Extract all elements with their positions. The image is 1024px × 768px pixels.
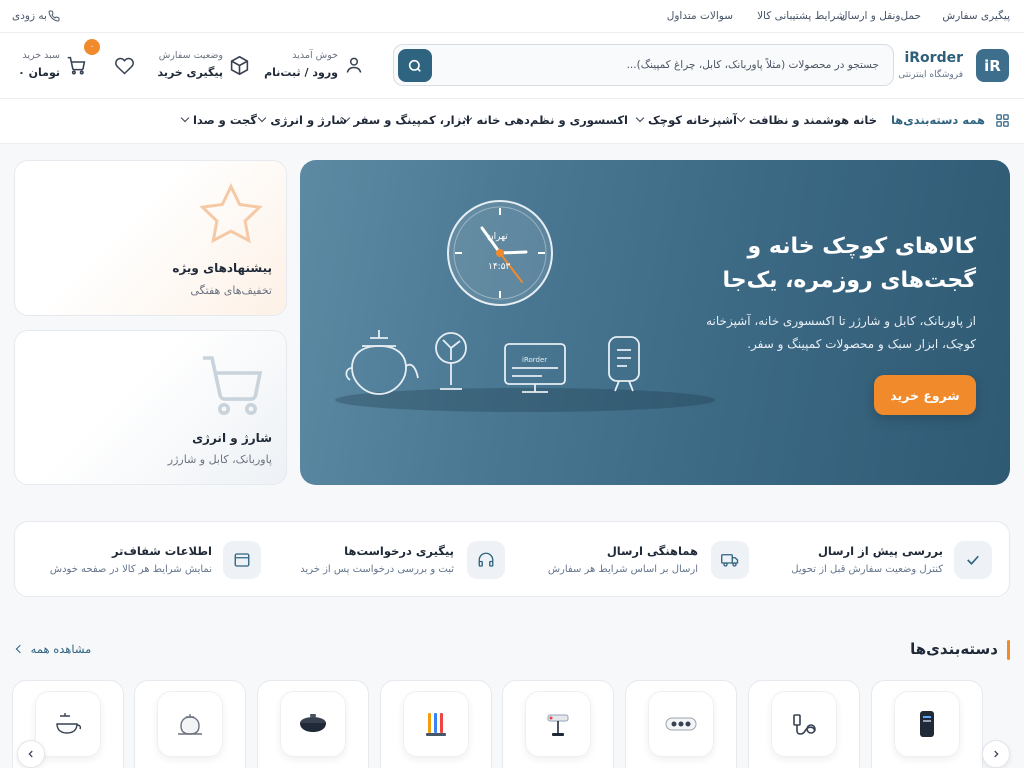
clock-time: ۱۴:۵۳ bbox=[488, 262, 511, 272]
section-accent-bar bbox=[1007, 640, 1010, 660]
feature-subtitle: نمایش شرایط هر کالا در صفحه خودش bbox=[49, 564, 212, 575]
category-card[interactable] bbox=[134, 680, 246, 768]
top-bar: پیگیری سفارش حمل‌ونقل و ارسال شرایط پشتی… bbox=[0, 0, 1024, 33]
logo-mark[interactable]: iR bbox=[976, 49, 1009, 82]
monitor-label: iRorder bbox=[522, 356, 548, 364]
clock-icon bbox=[447, 200, 553, 306]
monitor-icon bbox=[504, 343, 566, 393]
feature-title: پیگیری درخواست‌ها bbox=[344, 544, 454, 558]
phone-icon bbox=[48, 10, 60, 25]
fan-icon bbox=[435, 332, 467, 390]
logo-name[interactable]: iRorder bbox=[904, 50, 963, 66]
feature-title: هماهنگی ارسال bbox=[606, 544, 698, 558]
category-card[interactable] bbox=[257, 680, 369, 768]
check-icon bbox=[954, 541, 992, 579]
nav-item-small-kitchen[interactable]: آشپزخانه کوچک bbox=[635, 113, 737, 127]
nav-item-home-accessories[interactable]: اکسسوری و نظم‌دهی خانه bbox=[464, 113, 628, 127]
heart-icon[interactable] bbox=[114, 56, 135, 79]
chevron-right-icon bbox=[994, 750, 999, 758]
nav-item-tools-camping[interactable]: ابزار، کمپینگ و سفر bbox=[341, 113, 470, 127]
logo-subtitle: فروشگاه اینترنتی bbox=[898, 70, 963, 80]
kettle-icon bbox=[157, 691, 223, 757]
search-button[interactable] bbox=[398, 49, 432, 82]
heater-icon bbox=[608, 336, 640, 392]
chevron-down-icon bbox=[635, 113, 645, 123]
topbar-link-order-tracking[interactable]: پیگیری سفارش bbox=[942, 10, 1010, 22]
chevron-left-icon bbox=[28, 750, 33, 758]
box-icon[interactable] bbox=[229, 55, 250, 79]
cart-count-badge: ۰ bbox=[84, 39, 100, 55]
window-icon bbox=[223, 541, 261, 579]
tools-icon bbox=[403, 691, 469, 757]
charging-energy-card[interactable]: شارژ و انرژی پاوربانک، کابل و شارژر bbox=[14, 330, 287, 485]
search-input[interactable]: جستجو در محصولات (مثلاً پاوربانک، کابل، … bbox=[627, 59, 879, 71]
cart-icon bbox=[203, 356, 263, 416]
pan-icon bbox=[280, 691, 346, 757]
feature-subtitle: ارسال بر اساس شرایط هر سفارش bbox=[547, 564, 698, 575]
carousel-prev-button[interactable] bbox=[17, 740, 45, 768]
hero-banner: کالاهای کوچک خانه و گجت‌های روزمره، یک‌ج… bbox=[300, 160, 1010, 485]
category-nav: همه دسته‌بندی‌ها خانه هوشمند و نظافت آشپ… bbox=[0, 99, 1024, 144]
nav-item-gadgets-audio[interactable]: گجت و صدا bbox=[180, 113, 257, 127]
feature-title: اطلاعات شفاف‌تر bbox=[112, 544, 212, 558]
carousel-next-button[interactable] bbox=[982, 740, 1010, 768]
nav-all-categories[interactable]: همه دسته‌بندی‌ها bbox=[891, 113, 985, 127]
topbar-link-support-terms[interactable]: شرایط پشتیبانی کالا bbox=[757, 10, 845, 22]
steamer-icon bbox=[35, 691, 101, 757]
cart-total: تومان ۰ bbox=[18, 66, 60, 79]
category-card[interactable] bbox=[748, 680, 860, 768]
cart-button[interactable] bbox=[66, 55, 87, 79]
kettle-icon bbox=[345, 330, 419, 395]
charging-energy-title: شارژ و انرژی bbox=[192, 431, 272, 445]
features-strip: بررسی پیش از ارسال کنترل وضعیت سفارش قبل… bbox=[14, 521, 1010, 597]
view-all-link[interactable]: مشاهده همه bbox=[15, 642, 91, 656]
feature-title: بررسی پیش از ارسال bbox=[817, 544, 943, 558]
category-card[interactable] bbox=[871, 680, 983, 768]
clock-city: تهران bbox=[487, 232, 508, 242]
nav-item-smart-home[interactable]: خانه هوشمند و نظافت bbox=[736, 113, 877, 127]
chevron-left-icon bbox=[15, 644, 25, 654]
shopping-cart-icon bbox=[67, 56, 86, 75]
truck-icon bbox=[711, 541, 749, 579]
chevron-down-icon bbox=[180, 113, 190, 123]
hero-illustration bbox=[335, 200, 715, 412]
order-tracking-link[interactable]: پیگیری خرید bbox=[157, 66, 223, 79]
chevron-down-icon bbox=[736, 113, 746, 123]
main-header: iR iRorder فروشگاه اینترنتی جستجو در محص… bbox=[0, 33, 1024, 99]
category-card[interactable] bbox=[625, 680, 737, 768]
phone-text: به زودی bbox=[12, 10, 47, 22]
grid-icon bbox=[995, 113, 1010, 131]
charging-energy-subtitle: پاوربانک، کابل و شارژر bbox=[167, 453, 272, 466]
star-icon bbox=[199, 183, 263, 244]
topbar-link-shipping[interactable]: حمل‌ونقل و ارسال bbox=[840, 10, 921, 22]
special-offers-subtitle: تخفیف‌های هفتگی bbox=[190, 284, 272, 297]
feature-subtitle: کنترل وضعیت سفارش قبل از تحویل bbox=[791, 564, 943, 575]
account-greeting: خوش آمدید bbox=[292, 50, 338, 61]
login-register-link[interactable]: ورود / ثبت‌نام bbox=[264, 66, 338, 79]
nav-item-charging-energy[interactable]: شارژ و انرژی bbox=[258, 113, 347, 127]
special-offers-card[interactable]: پیشنهادهای ویژه تخفیف‌های هفتگی bbox=[14, 160, 287, 316]
category-card[interactable] bbox=[502, 680, 614, 768]
lamp-icon bbox=[525, 691, 591, 757]
feature-subtitle: ثبت و بررسی درخواست پس از خرید bbox=[300, 564, 454, 575]
order-status-label: وضعیت سفارش bbox=[158, 50, 223, 61]
powerbank-icon bbox=[894, 691, 960, 757]
special-offers-title: پیشنهادهای ویژه bbox=[172, 261, 272, 275]
chevron-down-icon bbox=[258, 113, 267, 123]
topbar-link-faq[interactable]: سوالات متداول bbox=[667, 10, 733, 22]
user-icon[interactable] bbox=[344, 55, 364, 78]
categories-title: دسته‌بندی‌ها bbox=[910, 640, 998, 658]
cable-icon bbox=[771, 691, 837, 757]
search-icon bbox=[408, 59, 421, 72]
cart-label: سبد خرید bbox=[22, 50, 60, 61]
category-card[interactable] bbox=[380, 680, 492, 768]
speaker-icon bbox=[648, 691, 714, 757]
headset-icon bbox=[467, 541, 505, 579]
search-bar[interactable]: جستجو در محصولات (مثلاً پاوربانک، کابل، … bbox=[393, 44, 894, 86]
